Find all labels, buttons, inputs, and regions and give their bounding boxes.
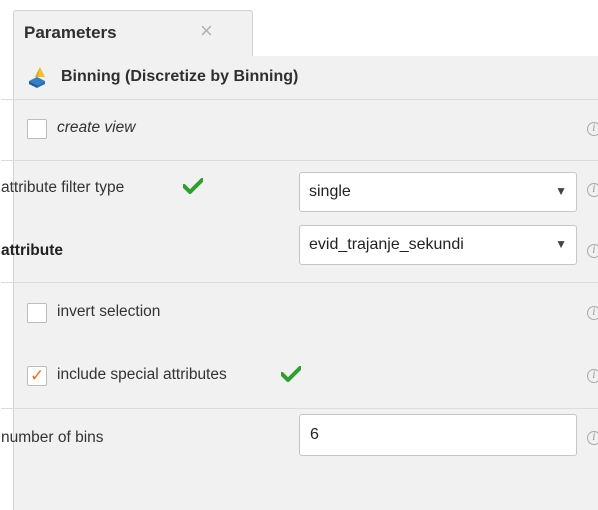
invert-selection-checkbox[interactable] [27,303,47,323]
green-check-icon [281,366,301,382]
create-view-label: create view [57,119,136,136]
dropdown-arrow-icon: ▼ [555,184,567,198]
tab-bar: Parameters × [0,0,598,56]
param-row-create-view: create view i [1,99,598,160]
operator-title: Binning (Discretize by Binning) [61,68,299,85]
include-special-attributes-label: include special attributes [57,366,227,383]
tab-parameters[interactable]: Parameters × [13,10,253,56]
create-view-checkbox[interactable] [27,119,47,139]
dropdown-arrow-icon: ▼ [555,237,567,251]
invert-selection-label: invert selection [57,303,161,320]
attribute-filter-type-label: attribute filter type [1,179,125,196]
green-check-icon [183,178,203,194]
close-icon[interactable]: × [200,20,213,42]
param-row-invert-selection: invert selection i [1,282,598,342]
info-icon[interactable]: i [587,304,598,324]
param-row-include-special-attributes: ✓ include special attributes i [1,342,598,408]
operator-header: Binning (Discretize by Binning) [14,56,598,99]
info-icon[interactable]: i [587,120,598,140]
info-icon[interactable]: i [587,181,598,201]
number-of-bins-field[interactable]: 6 [299,414,577,456]
attribute-label: attribute [1,242,63,259]
attribute-filter-type-select[interactable]: single ▼ [299,172,577,212]
number-of-bins-label: number of bins [1,429,104,446]
tab-title: Parameters [24,23,117,42]
parameters-panel: Binning (Discretize by Binning) create v… [1,56,598,510]
attribute-select[interactable]: evid_trajanje_sekundi ▼ [299,225,577,265]
number-of-bins-value: 6 [310,426,319,443]
checkmark-icon: ✓ [30,366,45,385]
select-value: single [309,183,351,200]
param-row-number-of-bins: number of bins 6 i [1,408,598,510]
param-row-attribute: attribute evid_trajanje_sekundi ▼ i [1,220,598,272]
info-icon[interactable]: i [587,429,598,449]
include-special-attributes-checkbox[interactable]: ✓ [27,366,47,386]
select-value: evid_trajanje_sekundi [309,236,464,253]
info-icon[interactable]: i [587,242,598,262]
param-row-attribute-filter-type: attribute filter type single ▼ i [1,160,598,220]
binning-operator-icon [29,67,45,88]
info-icon[interactable]: i [587,367,598,387]
